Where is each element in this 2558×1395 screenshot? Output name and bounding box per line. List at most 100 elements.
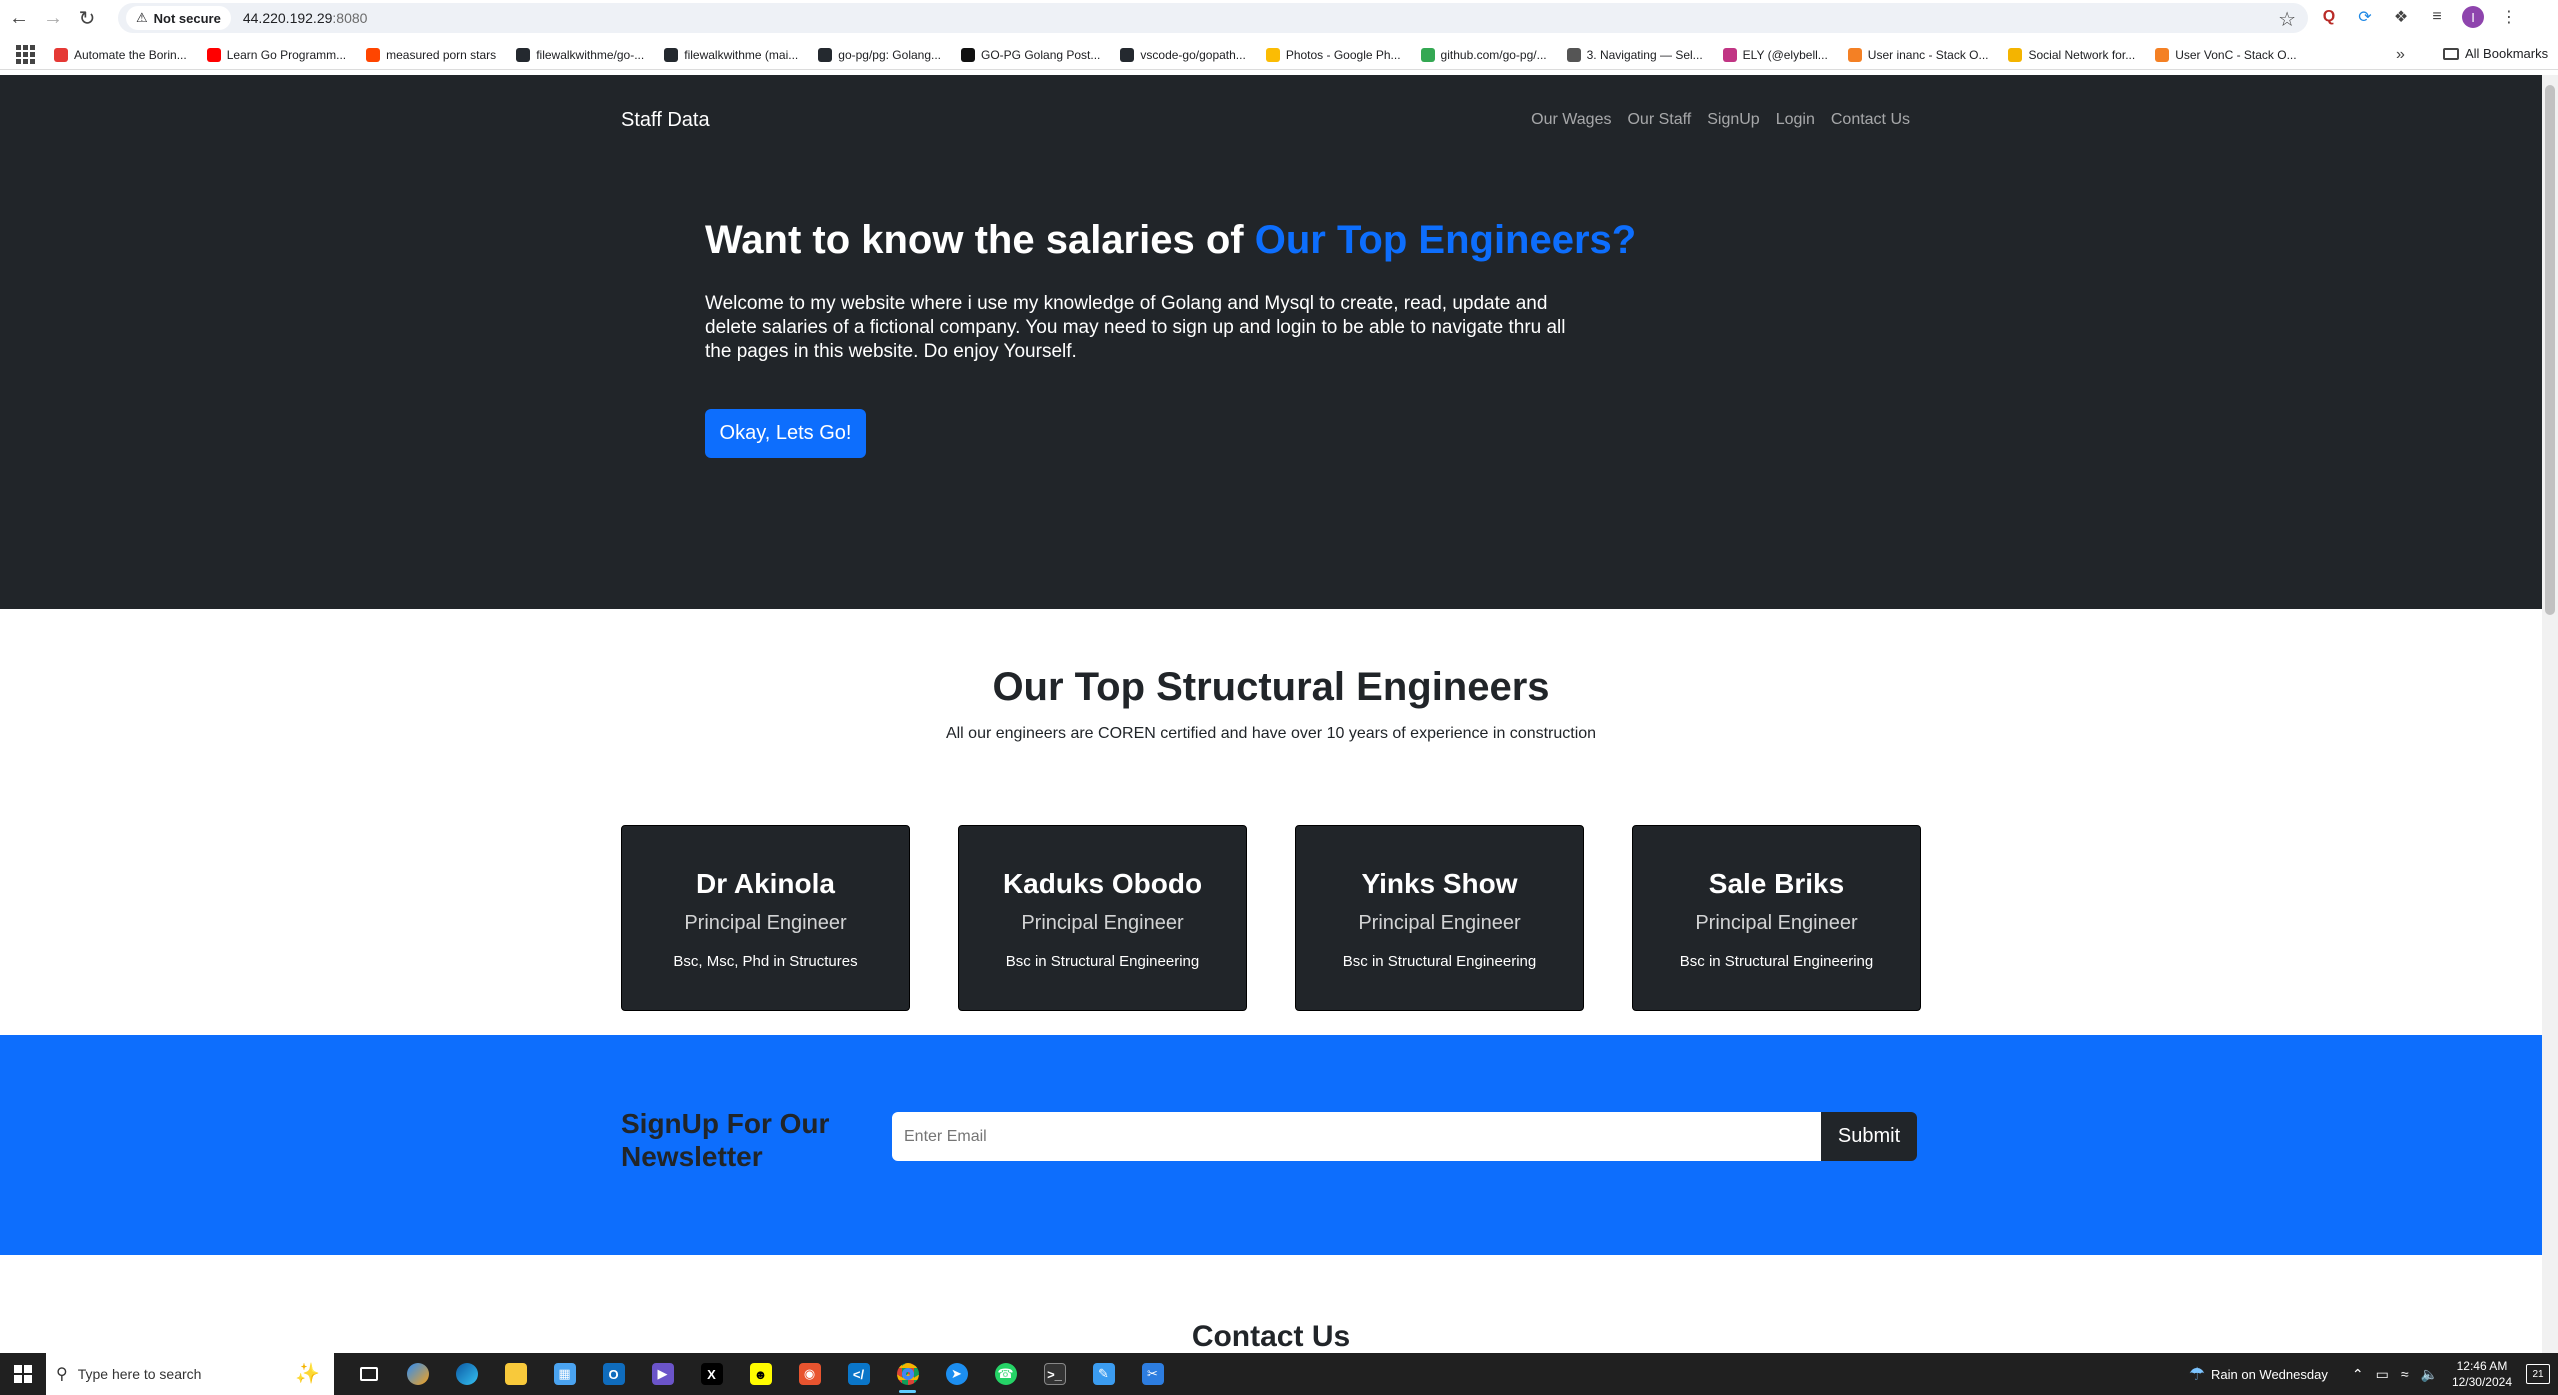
nav-link-staff[interactable]: Our Staff: [1627, 111, 1691, 129]
bookmark-item[interactable]: ELY (@elybell...: [1722, 47, 1828, 62]
bookmark-label: User inanc - Stack O...: [1867, 47, 1989, 62]
bookmark-item[interactable]: Social Network for...: [2008, 47, 2135, 62]
snipping-tool-icon[interactable]: ✂: [1128, 1353, 1177, 1395]
bookmark-label: filewalkwithme (mai...: [684, 47, 799, 62]
sparkle-icon: ✨: [295, 1363, 320, 1385]
x-app-icon[interactable]: X: [687, 1353, 736, 1395]
back-icon[interactable]: ←: [4, 3, 34, 33]
bookmark-favicon-icon: [54, 47, 68, 62]
top-navigation: Our Wages Our Staff SignUp Login Contact…: [1531, 111, 1910, 129]
reload-icon[interactable]: ↻: [72, 3, 102, 33]
edge-browser-icon[interactable]: [442, 1353, 491, 1395]
paint-icon[interactable]: ✎: [1079, 1353, 1128, 1395]
bookmark-item[interactable]: go-pg/pg: Golang...: [818, 47, 941, 62]
bookmark-item[interactable]: 3. Navigating — Sel...: [1566, 47, 1703, 62]
clock[interactable]: 12:46 AM 12/30/2024: [2452, 1358, 2512, 1390]
search-icon: ⚲: [56, 1366, 68, 1383]
bookmark-label: github.com/go-pg/...: [1440, 47, 1547, 62]
messenger-icon[interactable]: ➤: [932, 1353, 981, 1395]
nav-link-signup[interactable]: SignUp: [1707, 111, 1759, 129]
vscode-icon[interactable]: </: [834, 1353, 883, 1395]
weather-widget[interactable]: ☂ Rain on Wednesday: [2189, 1364, 2328, 1385]
address-bar[interactable]: ⚠ Not secure 44.220.192.29:8080 ☆: [118, 3, 2308, 33]
battery-icon[interactable]: ▭: [2376, 1366, 2389, 1383]
nav-link-wages[interactable]: Our Wages: [1531, 111, 1611, 129]
security-chip[interactable]: ⚠ Not secure: [126, 6, 231, 30]
engineer-name: Sale Briks: [1708, 868, 1845, 899]
windows-start-icon[interactable]: [0, 1353, 46, 1395]
warning-icon: ⚠: [136, 10, 148, 25]
bookmark-item[interactable]: GO-PG Golang Post...: [961, 47, 1101, 62]
terminal-icon[interactable]: >_: [1030, 1353, 1079, 1395]
bookmark-item[interactable]: Photos - Google Ph...: [1265, 47, 1401, 62]
bookmark-label: Automate the Borin...: [74, 47, 187, 62]
apps-grid-icon[interactable]: [14, 44, 36, 66]
bookmark-label: vscode-go/gopath...: [1140, 47, 1246, 62]
bookmark-star-icon[interactable]: ☆: [2278, 7, 2296, 32]
nav-link-login[interactable]: Login: [1776, 111, 1815, 129]
notification-badge[interactable]: 21: [2526, 1364, 2550, 1384]
wifi-icon[interactable]: ≈: [2401, 1366, 2409, 1383]
store-icon[interactable]: ▦: [540, 1353, 589, 1395]
newsletter-submit-button[interactable]: Submit: [1821, 1112, 1917, 1161]
lets-go-button[interactable]: Okay, Lets Go!: [705, 409, 866, 458]
bookmark-item[interactable]: User VonC - Stack O...: [2155, 47, 2297, 62]
engineer-degree: Bsc in Structural Engineering: [1342, 953, 1537, 970]
url-host: 44.220.192.29: [242, 10, 333, 26]
bookmark-item[interactable]: measured porn stars: [366, 47, 496, 62]
bookmark-favicon-icon: [1566, 47, 1581, 62]
windows-taskbar: ⚲ Type here to search ✨ ▦ O ▶ X ☻ ◉ </ ➤…: [0, 1353, 2558, 1395]
menu-dots-icon[interactable]: ⋮: [2498, 6, 2520, 28]
file-explorer-icon[interactable]: [491, 1353, 540, 1395]
bookmark-favicon-icon: [818, 47, 833, 62]
profile-avatar[interactable]: I: [2462, 6, 2484, 28]
bookmark-favicon-icon: [1847, 47, 1862, 62]
weather-text: Rain on Wednesday: [2211, 1366, 2328, 1382]
snapchat-icon[interactable]: ☻: [736, 1353, 785, 1395]
newsletter-email-input[interactable]: [892, 1112, 1822, 1161]
taskbar-search-box[interactable]: ⚲ Type here to search ✨: [46, 1353, 334, 1395]
more-bookmarks-icon[interactable]: »: [2396, 46, 2405, 64]
bookmark-item[interactable]: filewalkwithme (mai...: [664, 47, 799, 62]
quora-extension-icon[interactable]: Q: [2318, 6, 2340, 28]
outlook-icon[interactable]: O: [589, 1353, 638, 1395]
task-view-icon[interactable]: [344, 1353, 393, 1395]
page-scrollbar[interactable]: [2542, 75, 2558, 1353]
bookmark-label: ELY (@elybell...: [1742, 47, 1828, 62]
bookmark-item[interactable]: filewalkwithme/go-...: [516, 47, 644, 62]
all-bookmarks-button[interactable]: All Bookmarks: [2443, 46, 2548, 61]
url-port: :8080: [332, 10, 368, 26]
clock-date: 12/30/2024: [2451, 1375, 2512, 1389]
taskbar-search-placeholder: Type here to search: [77, 1366, 202, 1382]
bookmark-item[interactable]: Automate the Borin...: [54, 47, 187, 62]
url-text[interactable]: 44.220.192.29:8080: [243, 10, 368, 26]
forward-icon[interactable]: →: [38, 3, 68, 33]
page-viewport: Staff Data Our Wages Our Staff SignUp Lo…: [0, 75, 2542, 1353]
chevron-up-icon[interactable]: ⌃: [2352, 1366, 2364, 1383]
refresh-extension-icon[interactable]: ⟳: [2354, 6, 2376, 28]
bookmark-item[interactable]: User inanc - Stack O...: [1847, 47, 1989, 62]
bookmark-item[interactable]: vscode-go/gopath...: [1120, 47, 1246, 62]
nav-link-contact[interactable]: Contact Us: [1831, 111, 1910, 129]
whatsapp-icon[interactable]: ☎: [981, 1353, 1030, 1395]
chrome-icon[interactable]: [883, 1353, 932, 1395]
bookmark-label: GO-PG Golang Post...: [981, 47, 1101, 62]
security-label: Not secure: [153, 10, 221, 26]
red-app-icon[interactable]: ◉: [785, 1353, 834, 1395]
bookmark-item[interactable]: Learn Go Programm...: [206, 47, 346, 62]
reading-list-icon[interactable]: ≡: [2426, 6, 2448, 28]
newsletter-section: SignUp For Our Newsletter Submit: [0, 1035, 2542, 1255]
bookmark-favicon-icon: [2155, 47, 2170, 62]
video-editor-icon[interactable]: ▶: [638, 1353, 687, 1395]
scrollbar-thumb[interactable]: [2545, 85, 2555, 615]
bookmark-favicon-icon: [206, 47, 221, 62]
bookmark-label: 3. Navigating — Sel...: [1586, 47, 1703, 62]
bookmark-item[interactable]: github.com/go-pg/...: [1420, 47, 1547, 62]
volume-icon[interactable]: 🔈: [2421, 1366, 2438, 1383]
puzzle-extensions-icon[interactable]: ❖: [2390, 6, 2412, 28]
site-brand[interactable]: Staff Data: [621, 109, 710, 132]
copilot-icon[interactable]: [393, 1353, 442, 1395]
clock-time: 12:46 AM: [2456, 1359, 2508, 1373]
bookmark-favicon-icon: [366, 47, 381, 62]
hero-section: Staff Data Our Wages Our Staff SignUp Lo…: [0, 75, 2542, 609]
